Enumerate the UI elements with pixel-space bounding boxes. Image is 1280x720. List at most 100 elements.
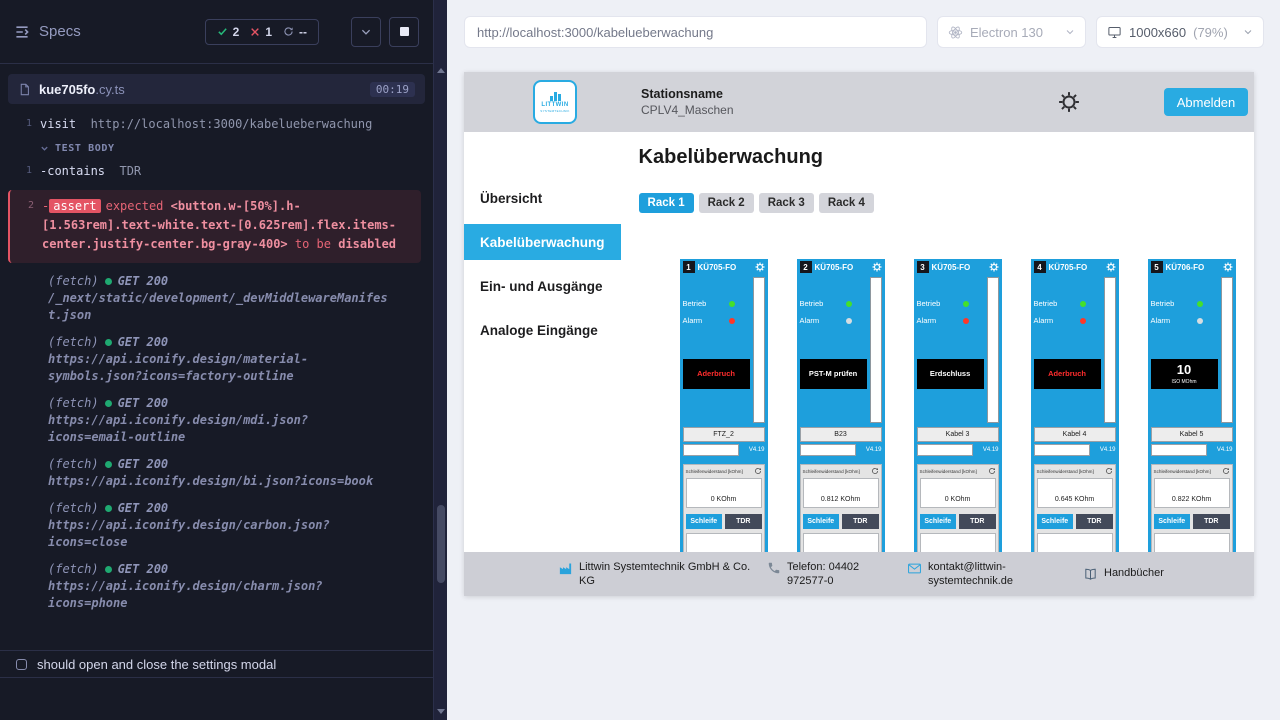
refresh-icon[interactable] bbox=[871, 467, 879, 475]
device-settings-gear-icon[interactable] bbox=[1223, 262, 1233, 272]
sidebar-nav-item[interactable]: Analoge Eingänge bbox=[464, 312, 621, 348]
status-ok-dot bbox=[105, 461, 112, 468]
device-card-body: Betrieb Alarm Aderbruch bbox=[680, 275, 768, 423]
url-bar[interactable] bbox=[464, 16, 927, 48]
scroll-down-arrow[interactable] bbox=[437, 709, 445, 714]
device-card-header: 4 KÜ705-FO bbox=[1031, 259, 1119, 275]
fetch-method-status: GET 200 bbox=[118, 334, 169, 351]
resistance-value: 0 KOhm bbox=[920, 478, 996, 508]
fetch-method-status: GET 200 bbox=[118, 395, 169, 412]
status-display: PST-M prüfen bbox=[800, 359, 867, 389]
rack-tab[interactable]: Rack 3 bbox=[759, 193, 814, 213]
reporter-controls: 2 1 -- bbox=[205, 17, 419, 47]
monitor-icon bbox=[1107, 25, 1122, 40]
phone-icon bbox=[767, 561, 781, 575]
tdr-button[interactable]: TDR bbox=[725, 514, 762, 529]
resistance-value: 0.645 KOhm bbox=[1037, 478, 1113, 508]
scrollbar-thumb[interactable] bbox=[437, 505, 445, 583]
refresh-icon[interactable] bbox=[754, 467, 762, 475]
fetch-log-row[interactable]: (fetch) GET 200 https://api.iconify.desi… bbox=[48, 561, 389, 612]
refresh-icon[interactable] bbox=[1222, 467, 1230, 475]
sidebar-nav-item[interactable]: Übersicht bbox=[464, 180, 621, 216]
fetch-log-row[interactable]: (fetch) GET 200 https://api.iconify.desi… bbox=[48, 395, 389, 446]
device-settings-gear-icon[interactable] bbox=[989, 262, 999, 272]
fetch-log-row[interactable]: (fetch) GET 200 https://api.iconify.desi… bbox=[48, 456, 389, 490]
command-assert-failed[interactable]: 2 assertexpected <button.w-[50%].h-[1.56… bbox=[8, 190, 421, 263]
scroll-up-arrow[interactable] bbox=[437, 68, 445, 73]
fetch-log-row[interactable]: (fetch) GET 200 https://api.iconify.desi… bbox=[48, 500, 389, 551]
rack-tab[interactable]: Rack 2 bbox=[699, 193, 754, 213]
tdr-button[interactable]: TDR bbox=[959, 514, 996, 529]
betrieb-led-row: Betrieb bbox=[683, 299, 735, 308]
settings-gear-icon[interactable] bbox=[1058, 91, 1080, 113]
resistance-value: 0 KOhm bbox=[686, 478, 762, 508]
schleife-button[interactable]: Schleife bbox=[920, 514, 957, 529]
fetch-log-row[interactable]: (fetch) GET 200 /_next/static/developmen… bbox=[48, 273, 389, 324]
card-button-row: Schleife TDR bbox=[1037, 514, 1113, 529]
footer-phone[interactable]: Telefon: 04402 972577-0 bbox=[767, 560, 869, 589]
fetch-log-row[interactable]: (fetch) GET 200 https://api.iconify.desi… bbox=[48, 334, 389, 385]
refresh-icon[interactable] bbox=[1105, 467, 1113, 475]
fetch-label: (fetch) bbox=[48, 456, 99, 473]
stop-tests-button[interactable] bbox=[389, 17, 419, 47]
schleife-button[interactable]: Schleife bbox=[1037, 514, 1074, 529]
device-status-column: Betrieb Alarm Aderbruch bbox=[1034, 275, 1104, 423]
fetch-label: (fetch) bbox=[48, 500, 99, 517]
version-row: V4.19 bbox=[800, 444, 882, 456]
sidebar-nav-item[interactable]: Kabelüberwachung bbox=[464, 224, 621, 260]
collapse-tests-button[interactable] bbox=[351, 17, 381, 47]
command-contains[interactable]: 1 contains TDR bbox=[0, 159, 433, 184]
browser-select[interactable]: Electron 130 bbox=[937, 16, 1086, 48]
schleife-button[interactable]: Schleife bbox=[1154, 514, 1191, 529]
card-lower-box bbox=[686, 533, 762, 552]
version-display-box bbox=[800, 444, 856, 456]
station-label: Stationsname bbox=[641, 87, 734, 101]
resistance-value: 0.812 KOhm bbox=[803, 478, 879, 508]
station-info: Stationsname CPLV4_Maschen bbox=[641, 87, 734, 117]
status-ok-dot bbox=[105, 339, 112, 346]
refresh-icon[interactable] bbox=[988, 467, 996, 475]
alarm-led-row: Alarm bbox=[1151, 316, 1203, 325]
status-display: 10 ISO MOhm bbox=[1151, 359, 1218, 389]
next-test-bar[interactable]: should open and close the settings modal bbox=[0, 650, 433, 678]
betrieb-led bbox=[729, 301, 735, 307]
schleife-button[interactable]: Schleife bbox=[686, 514, 723, 529]
sidebar-nav-item[interactable]: Ein- und Ausgänge bbox=[464, 268, 621, 304]
viewport-select[interactable]: 1000x660 (79%) bbox=[1096, 16, 1264, 48]
spec-file-header[interactable]: kue705fo.cy.ts 00:19 bbox=[8, 74, 425, 104]
tdr-button[interactable]: TDR bbox=[1193, 514, 1230, 529]
stop-icon bbox=[400, 27, 409, 36]
rack-tab[interactable]: Rack 1 bbox=[639, 193, 694, 213]
chevron-down-icon bbox=[1243, 27, 1253, 37]
footer-manuals[interactable]: Handbücher bbox=[1083, 566, 1164, 582]
rack-tabs: Rack 1Rack 2Rack 3Rack 4 bbox=[639, 193, 1254, 213]
logout-button[interactable]: Abmelden bbox=[1164, 88, 1248, 116]
rack-tab[interactable]: Rack 4 bbox=[819, 193, 874, 213]
specs-menu-button[interactable]: Specs bbox=[14, 23, 81, 40]
device-settings-gear-icon[interactable] bbox=[872, 262, 882, 272]
test-body-section[interactable]: TEST BODY bbox=[0, 137, 433, 159]
reporter-scrollbar[interactable] bbox=[433, 0, 447, 720]
schleife-button[interactable]: Schleife bbox=[803, 514, 840, 529]
fetch-method-status: GET 200 bbox=[118, 500, 169, 517]
tdr-button[interactable]: TDR bbox=[842, 514, 879, 529]
device-settings-gear-icon[interactable] bbox=[1106, 262, 1116, 272]
test-stats[interactable]: 2 1 -- bbox=[205, 19, 319, 45]
device-status-column: Betrieb Alarm Erdschluss bbox=[917, 275, 987, 423]
email-address: kontakt@littwin-systemtechnik.de bbox=[928, 560, 1068, 589]
device-card-body: Betrieb Alarm Aderbruch bbox=[1031, 275, 1119, 423]
page-title: Kabelüberwachung bbox=[639, 146, 1254, 169]
card-lower-box bbox=[1154, 533, 1230, 552]
device-card: 2 KÜ705-FO Betrieb Alarm P bbox=[797, 259, 885, 552]
aut-stage: Electron 130 1000x660 (79%) LITTWIN SYST… bbox=[447, 0, 1280, 720]
loop-resistance-panel: Schleifenwiderstand [kOhm] 0.645 KOhm Sc… bbox=[1034, 464, 1116, 552]
device-settings-gear-icon[interactable] bbox=[755, 262, 765, 272]
command-visit[interactable]: 1 visit http://localhost:3000/kabelueber… bbox=[0, 112, 433, 137]
device-title: KÜ705-FO bbox=[815, 263, 869, 272]
url-input[interactable] bbox=[477, 25, 914, 40]
app-body: Übersicht Kabelüberwachung Ein- und Ausgän… bbox=[464, 132, 1254, 552]
spec-file-icon bbox=[18, 83, 31, 96]
stat-passed: 2 bbox=[217, 25, 240, 39]
footer-email[interactable]: kontakt@littwin-systemtechnik.de bbox=[907, 560, 1068, 589]
tdr-button[interactable]: TDR bbox=[1076, 514, 1113, 529]
